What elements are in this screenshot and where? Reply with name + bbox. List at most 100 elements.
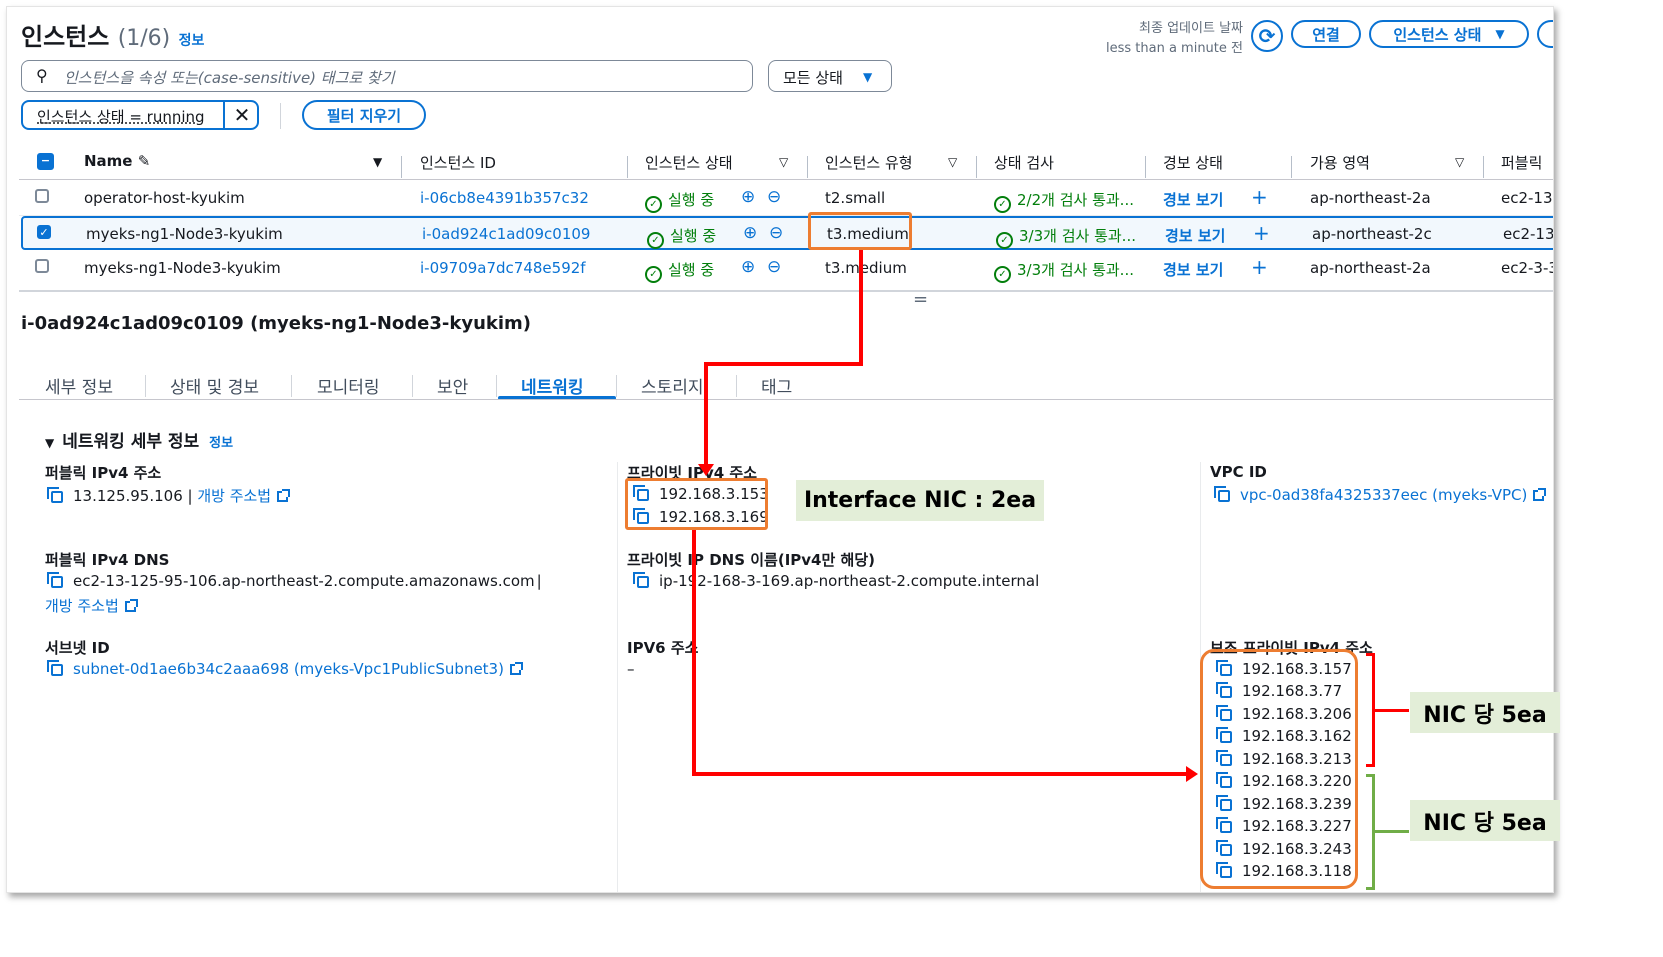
row-status-check: ✓ 3/3개 검사 통과... — [994, 259, 1134, 283]
resize-handle[interactable]: = — [913, 289, 928, 310]
private-dns-value[interactable]: ip-192-168-3-169.ap-northeast-2.compute.… — [633, 572, 1039, 590]
subnet-label: 서브넷 ID — [45, 639, 110, 657]
zoom-out-icon[interactable]: ⊖ — [769, 223, 783, 243]
zoom-out-icon[interactable]: ⊖ — [767, 257, 781, 277]
subnet-link[interactable]: subnet-0d1ae6b34c2aaa698 (myeks-Vpc1Publ… — [47, 660, 523, 678]
divider — [291, 375, 292, 397]
zoom-in-icon[interactable]: ⊕ — [741, 187, 755, 207]
table-row[interactable]: myeks-ng1-Node3-kyukim i-09709a7dc748e59… — [19, 251, 1553, 285]
tab-status-alarms[interactable]: 상태 및 경보 — [170, 373, 259, 398]
row-type: t2.small — [825, 189, 886, 207]
tab-security[interactable]: 보안 — [437, 373, 468, 398]
copy-icon[interactable] — [633, 572, 649, 588]
detail-title: i-0ad924c1ad09c0109 (myeks-ng1-Node3-kyu… — [21, 313, 532, 334]
filter-remove-button[interactable]: ✕ — [223, 100, 259, 130]
view-alarms-link[interactable]: 경보 보기 — [1163, 259, 1223, 280]
public-dns-value[interactable]: ec2-13-125-95-106.ap-northeast-2.compute… — [47, 572, 542, 590]
row-instance-id-link[interactable]: i-06cb8e4391b357c32 — [420, 189, 589, 207]
column-header-az[interactable]: 가용 영역 — [1310, 152, 1370, 173]
add-alarm-icon[interactable]: + — [1251, 255, 1268, 279]
info-link[interactable]: 정보 — [209, 436, 233, 451]
arrow-head-icon — [1186, 766, 1198, 782]
sort-caret-icon[interactable]: ▼ — [373, 155, 382, 169]
filter-caret-icon[interactable]: ▽ — [948, 155, 957, 169]
copy-icon[interactable] — [47, 572, 63, 588]
tab-monitoring[interactable]: 모니터링 — [317, 373, 380, 398]
vpc-link[interactable]: vpc-0ad38fa4325337eec (myeks-VPC) — [1214, 486, 1547, 504]
tab-storage[interactable]: 스토리지 — [641, 373, 704, 398]
zoom-in-icon[interactable]: ⊕ — [741, 257, 755, 277]
column-separator[interactable] — [976, 156, 977, 178]
column-header-instance-id[interactable]: 인스턴스 ID — [420, 152, 496, 173]
table-row[interactable]: operator-host-kyukim i-06cb8e4391b357c32… — [19, 181, 1554, 215]
bracket-connector — [1375, 830, 1409, 833]
open-address-link[interactable]: 개방 주소법 — [45, 595, 138, 616]
refresh-button[interactable]: ⟳ — [1251, 20, 1283, 52]
divider — [145, 375, 146, 397]
view-alarms-link[interactable]: 경보 보기 — [1165, 225, 1225, 246]
highlight-box-instance-type — [808, 212, 912, 250]
column-header-state[interactable]: 인스턴스 상태 — [645, 152, 733, 173]
filter-token-label: 인스턴스 상태 = running — [37, 108, 205, 126]
zoom-in-icon[interactable]: ⊕ — [743, 223, 757, 243]
divider — [19, 290, 1553, 292]
column-separator[interactable] — [807, 156, 808, 178]
success-icon: ✓ — [994, 266, 1011, 283]
row-name: operator-host-kyukim — [84, 189, 245, 207]
copy-icon[interactable] — [47, 660, 63, 676]
add-alarm-icon[interactable]: + — [1253, 221, 1270, 245]
networking-section-toggle[interactable]: ▼ 네트워킹 세부 정보 정보 — [45, 427, 233, 452]
select-all-checkbox[interactable]: − — [37, 153, 54, 170]
page-title: 인스턴스 (1/6) 정보 — [21, 17, 204, 52]
column-header-public[interactable]: 퍼블릭 — [1501, 152, 1542, 173]
instance-state-button[interactable]: 인스턴스 상태 ▼ — [1369, 20, 1529, 48]
filter-caret-icon[interactable]: ▽ — [1455, 155, 1464, 169]
tab-details[interactable]: 세부 정보 — [45, 373, 113, 398]
page-title-text: 인스턴스 — [21, 23, 110, 51]
column-separator[interactable] — [627, 156, 628, 178]
bracket-connector — [1375, 709, 1409, 712]
column-header-type[interactable]: 인스턴스 유형 — [825, 152, 913, 173]
column-separator[interactable] — [1483, 156, 1484, 178]
column-header-alarm[interactable]: 경보 상태 — [1163, 152, 1223, 173]
status-filter-select[interactable]: 모든 상태 ▼ — [768, 60, 892, 92]
zoom-out-icon[interactable]: ⊖ — [767, 187, 781, 207]
column-separator[interactable] — [1145, 156, 1146, 178]
refresh-icon: ⟳ — [1258, 24, 1276, 48]
row-status-check: ✓ 2/2개 검사 통과... — [994, 189, 1134, 213]
tab-tags[interactable]: 태그 — [761, 373, 792, 398]
highlight-box-secondary-ips — [1200, 649, 1358, 889]
row-checkbox[interactable] — [35, 189, 49, 203]
actions-button[interactable] — [1537, 20, 1553, 48]
row-checkbox[interactable] — [35, 259, 49, 273]
filter-token[interactable]: 인스턴스 상태 = running ✕ — [21, 100, 259, 130]
clear-filters-button[interactable]: 필터 지우기 — [302, 100, 426, 130]
column-header-status-check[interactable]: 상태 검사 — [994, 152, 1054, 173]
copy-icon[interactable] — [1214, 486, 1230, 502]
external-link-icon — [1533, 488, 1547, 501]
row-public-dns: ec2-13- — [1501, 189, 1554, 207]
connect-button[interactable]: 연결 — [1291, 20, 1361, 48]
open-address-link[interactable]: 개방 주소법 — [197, 487, 271, 505]
table-row-selected[interactable]: ✓ myeks-ng1-Node3-kyukim i-0ad924c1ad09c… — [21, 216, 1553, 250]
column-separator[interactable] — [401, 156, 402, 178]
info-link[interactable]: 정보 — [179, 33, 205, 49]
row-state: ✓ 실행 중 — [645, 259, 714, 283]
row-name: myeks-ng1-Node3-kyukim — [86, 225, 283, 243]
tab-networking[interactable]: 네트워킹 — [521, 373, 584, 398]
row-instance-id-link[interactable]: i-0ad924c1ad09c0109 — [422, 225, 590, 243]
column-separator[interactable] — [1291, 156, 1292, 178]
public-ipv4-value[interactable]: 13.125.95.106 | 개방 주소법 — [47, 485, 291, 506]
row-checkbox[interactable]: ✓ — [37, 225, 51, 239]
search-input[interactable]: ⚲ 인스턴스을 속성 또는(case-sensitive) 태그로 찾기 — [21, 60, 753, 92]
filter-caret-icon[interactable]: ▽ — [779, 155, 788, 169]
success-icon: ✓ — [994, 196, 1011, 213]
last-update-label: 최종 업데이트 날짜 — [1139, 21, 1243, 36]
view-alarms-link[interactable]: 경보 보기 — [1163, 189, 1223, 210]
divider — [412, 375, 413, 397]
column-header-name[interactable]: Name ✎ — [84, 152, 150, 170]
row-instance-id-link[interactable]: i-09709a7dc748e592f — [420, 259, 586, 277]
divider — [736, 375, 737, 397]
add-alarm-icon[interactable]: + — [1251, 185, 1268, 209]
copy-icon[interactable] — [47, 487, 63, 503]
